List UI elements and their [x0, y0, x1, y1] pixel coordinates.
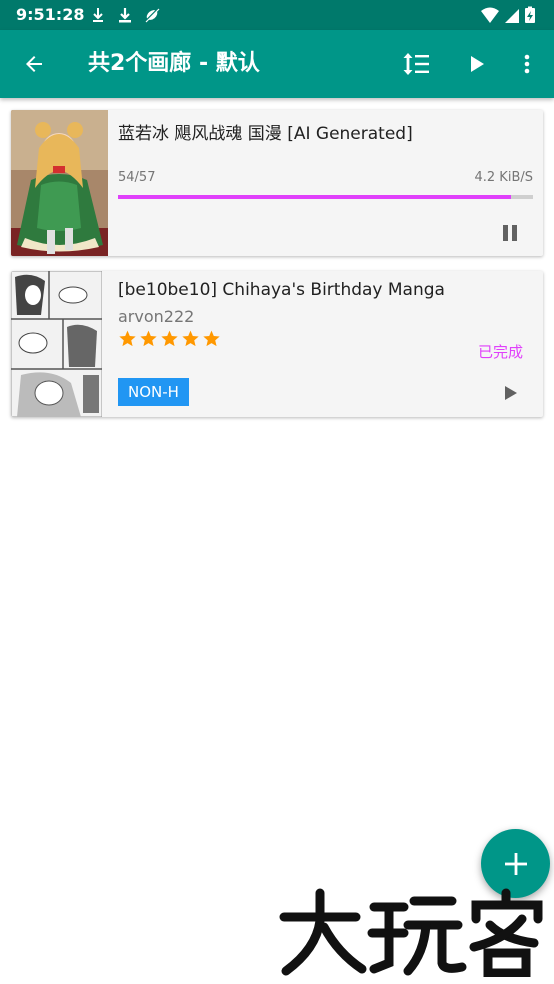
play-icon: [471, 56, 484, 72]
gallery-thumbnail[interactable]: [11, 271, 102, 417]
watermark-logo: [279, 888, 543, 977]
back-arrow-icon: [26, 56, 42, 72]
star-icon: [203, 330, 220, 347]
progress-count: 54/57: [118, 170, 156, 185]
back-button[interactable]: [10, 30, 58, 98]
category-tag: NON-H: [118, 378, 189, 406]
app-bar: 共2个画廊 - 默认: [0, 30, 554, 98]
start-button[interactable]: [495, 378, 525, 408]
download-icon: [119, 8, 131, 23]
start-all-button[interactable]: [452, 30, 500, 98]
sort-button[interactable]: [392, 30, 440, 98]
gallery-thumbnail[interactable]: [11, 110, 108, 256]
play-icon: [505, 386, 517, 400]
signal-icon: [505, 9, 519, 23]
gallery-title: 蓝若冰 飓风战魂 国漫 [AI Generated]: [118, 124, 413, 144]
download-state: 已完成: [477, 343, 523, 361]
sort-icon: [403, 53, 429, 75]
page-title: 共2个画廊 - 默认: [88, 51, 260, 76]
satellite-off-icon: [145, 8, 160, 23]
wifi-icon: [481, 7, 499, 23]
download-item[interactable]: [be10be10] Chihaya's Birthday Manga arvo…: [11, 271, 543, 417]
status-time: 9:51:28: [16, 5, 85, 24]
plus-icon: [504, 852, 527, 875]
more-options-button[interactable]: [503, 30, 551, 98]
star-icon: [182, 330, 199, 347]
download-arrow-icon: [93, 8, 103, 22]
star-icon: [161, 330, 178, 347]
star-icon: [140, 330, 157, 347]
download-item[interactable]: 蓝若冰 飓风战魂 国漫 [AI Generated] 54/57 4.2 KiB…: [11, 110, 543, 256]
gallery-title: [be10be10] Chihaya's Birthday Manga: [118, 280, 445, 300]
pause-icon: [503, 225, 517, 241]
pause-button[interactable]: [495, 218, 525, 248]
rating-stars: [118, 329, 221, 348]
status-bar: 9:51:28: [0, 0, 554, 30]
more-vert-icon: [524, 54, 530, 74]
progress-bar: [118, 195, 533, 199]
progress-bar-fill: [118, 195, 511, 199]
star-icon: [119, 330, 136, 347]
download-speed: 4.2 KiB/S: [474, 170, 534, 185]
battery-charging-icon: [525, 6, 535, 23]
uploader-name: arvon222: [118, 307, 195, 326]
